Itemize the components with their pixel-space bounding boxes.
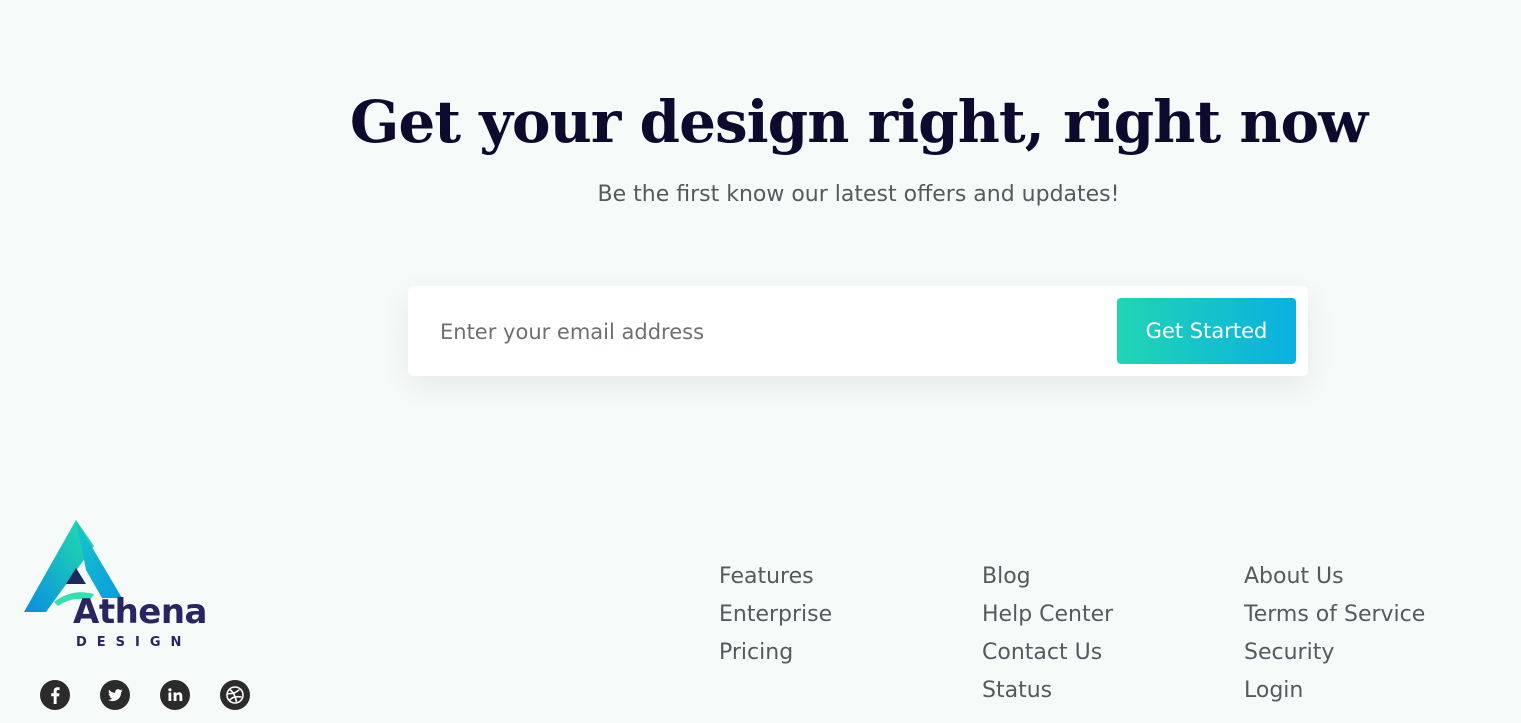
newsletter-page: Get your design right, right now Be the … xyxy=(0,0,1521,723)
brand-tagline: DESIGN xyxy=(76,635,192,650)
footer-link-contact-us[interactable]: Contact Us xyxy=(982,634,1113,672)
twitter-icon xyxy=(100,680,130,710)
twitter-link[interactable] xyxy=(100,680,130,710)
dribbble-link[interactable] xyxy=(220,680,250,710)
email-input[interactable] xyxy=(438,306,1102,358)
brand-logo[interactable]: Athena DESIGN xyxy=(24,518,224,653)
page-subtitle: Be the first know our latest offers and … xyxy=(597,182,1120,207)
get-started-button[interactable]: Get Started xyxy=(1117,298,1296,364)
footer-column-product: Features Enterprise Pricing xyxy=(719,558,832,672)
footer-link-pricing[interactable]: Pricing xyxy=(719,634,832,672)
footer-column-company: About Us Terms of Service Security Login xyxy=(1244,558,1425,710)
linkedin-icon xyxy=(160,680,190,710)
dribbble-icon xyxy=(220,680,250,710)
footer-column-resources: Blog Help Center Contact Us Status xyxy=(982,558,1113,710)
footer-link-login[interactable]: Login xyxy=(1244,672,1425,710)
facebook-icon xyxy=(40,680,70,710)
linkedin-link[interactable] xyxy=(160,680,190,710)
footer-link-help-center[interactable]: Help Center xyxy=(982,596,1113,634)
footer-link-about-us[interactable]: About Us xyxy=(1244,558,1425,596)
page-title: Get your design right, right now xyxy=(349,88,1368,156)
footer-link-enterprise[interactable]: Enterprise xyxy=(719,596,832,634)
footer-link-terms-of-service[interactable]: Terms of Service xyxy=(1244,596,1425,634)
footer-link-features[interactable]: Features xyxy=(719,558,832,596)
newsletter-signup-form: Get Started xyxy=(408,286,1308,376)
footer-link-blog[interactable]: Blog xyxy=(982,558,1113,596)
facebook-link[interactable] xyxy=(40,680,70,710)
brand-name: Athena xyxy=(73,592,207,632)
footer-link-security[interactable]: Security xyxy=(1244,634,1425,672)
footer-link-status[interactable]: Status xyxy=(982,672,1113,710)
social-links xyxy=(40,680,250,710)
